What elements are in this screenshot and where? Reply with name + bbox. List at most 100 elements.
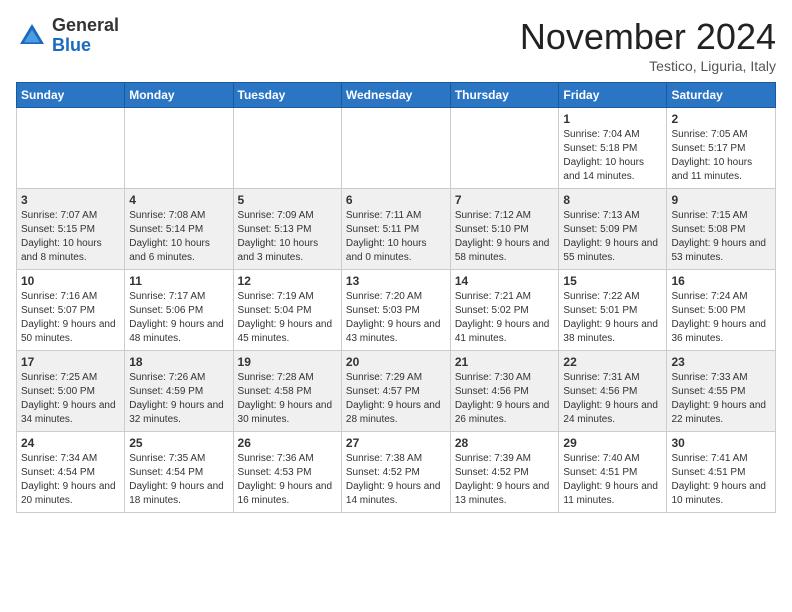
day-cell: 11Sunrise: 7:17 AM Sunset: 5:06 PM Dayli… bbox=[125, 270, 233, 351]
day-cell: 4 Sunrise: 7:08 AM Sunset: 5:14 PM Daylig… bbox=[125, 189, 233, 270]
day-number: 18 bbox=[129, 355, 228, 369]
day-cell bbox=[233, 108, 341, 189]
logo-text: General Blue bbox=[52, 16, 119, 56]
day-number: 16 bbox=[671, 274, 771, 288]
day-cell: 26 Sunrise: 7:36 AM Sunset: 4:53 PM Dayli… bbox=[233, 432, 341, 513]
day-info: Sunrise: 7:34 AM Sunset: 4:54 PM Dayligh… bbox=[21, 452, 120, 508]
day-cell: 24 Sunrise: 7:34 AM Sunset: 4:54 PM Dayli… bbox=[17, 432, 125, 513]
day-number: 13 bbox=[346, 274, 446, 288]
day-number: 19 bbox=[238, 355, 337, 369]
day-number: 20 bbox=[346, 355, 446, 369]
day-info: Sunrise: 7:15 AM Sunset: 5:08 PM Dayligh… bbox=[671, 209, 771, 265]
day-number: 2 bbox=[671, 112, 771, 126]
day-number: 3 bbox=[21, 193, 120, 207]
day-cell bbox=[341, 108, 450, 189]
day-info: Sunrise: 7:28 AM Sunset: 4:58 PM Dayligh… bbox=[238, 371, 337, 427]
day-cell: 29Sunrise: 7:40 AM Sunset: 4:51 PM Dayli… bbox=[559, 432, 667, 513]
day-number: 8 bbox=[563, 193, 662, 207]
location-subtitle: Testico, Liguria, Italy bbox=[520, 58, 776, 74]
day-info: Sunrise: 7:36 AM Sunset: 4:53 PM Dayligh… bbox=[238, 452, 337, 508]
day-cell: 10 Sunrise: 7:16 AM Sunset: 5:07 PM Dayli… bbox=[17, 270, 125, 351]
calendar-table: SundayMondayTuesdayWednesdayThursdayFrid… bbox=[16, 82, 776, 513]
weekday-header-tuesday: Tuesday bbox=[233, 83, 341, 108]
day-info: Sunrise: 7:16 AM Sunset: 5:07 PM Dayligh… bbox=[21, 290, 120, 346]
day-number: 1 bbox=[563, 112, 662, 126]
day-info: Sunrise: 7:11 AM Sunset: 5:11 PM Dayligh… bbox=[346, 209, 446, 265]
day-cell: 25 Sunrise: 7:35 AM Sunset: 4:54 PM Dayli… bbox=[125, 432, 233, 513]
day-info: Sunrise: 7:24 AM Sunset: 5:00 PM Dayligh… bbox=[671, 290, 771, 346]
day-number: 29 bbox=[563, 436, 662, 450]
day-cell: 28Sunrise: 7:39 AM Sunset: 4:52 PM Dayli… bbox=[450, 432, 559, 513]
day-info: Sunrise: 7:33 AM Sunset: 4:55 PM Dayligh… bbox=[671, 371, 771, 427]
day-cell bbox=[450, 108, 559, 189]
month-title: November 2024 bbox=[520, 16, 776, 58]
day-number: 21 bbox=[455, 355, 555, 369]
weekday-header-sunday: Sunday bbox=[17, 83, 125, 108]
day-number: 6 bbox=[346, 193, 446, 207]
day-info: Sunrise: 7:25 AM Sunset: 5:00 PM Dayligh… bbox=[21, 371, 120, 427]
logo: General Blue bbox=[16, 16, 119, 56]
day-cell: 21Sunrise: 7:30 AM Sunset: 4:56 PM Dayli… bbox=[450, 351, 559, 432]
day-number: 12 bbox=[238, 274, 337, 288]
weekday-header-thursday: Thursday bbox=[450, 83, 559, 108]
day-cell: 27Sunrise: 7:38 AM Sunset: 4:52 PM Dayli… bbox=[341, 432, 450, 513]
day-info: Sunrise: 7:31 AM Sunset: 4:56 PM Dayligh… bbox=[563, 371, 662, 427]
week-row-4: 17 Sunrise: 7:25 AM Sunset: 5:00 PM Dayli… bbox=[17, 351, 776, 432]
day-number: 24 bbox=[21, 436, 120, 450]
day-cell: 1Sunrise: 7:04 AM Sunset: 5:18 PM Daylig… bbox=[559, 108, 667, 189]
day-number: 25 bbox=[129, 436, 228, 450]
day-cell: 22 Sunrise: 7:31 AM Sunset: 4:56 PM Dayli… bbox=[559, 351, 667, 432]
day-number: 7 bbox=[455, 193, 555, 207]
day-number: 15 bbox=[563, 274, 662, 288]
day-cell: 6 Sunrise: 7:11 AM Sunset: 5:11 PM Daylig… bbox=[341, 189, 450, 270]
day-number: 11 bbox=[129, 274, 228, 288]
day-number: 26 bbox=[238, 436, 337, 450]
day-info: Sunrise: 7:35 AM Sunset: 4:54 PM Dayligh… bbox=[129, 452, 228, 508]
day-cell: 12Sunrise: 7:19 AM Sunset: 5:04 PM Dayli… bbox=[233, 270, 341, 351]
day-info: Sunrise: 7:09 AM Sunset: 5:13 PM Dayligh… bbox=[238, 209, 337, 265]
week-row-5: 24 Sunrise: 7:34 AM Sunset: 4:54 PM Dayli… bbox=[17, 432, 776, 513]
day-info: Sunrise: 7:39 AM Sunset: 4:52 PM Dayligh… bbox=[455, 452, 555, 508]
logo-icon bbox=[16, 20, 48, 52]
day-info: Sunrise: 7:41 AM Sunset: 4:51 PM Dayligh… bbox=[671, 452, 771, 508]
day-cell bbox=[17, 108, 125, 189]
day-number: 23 bbox=[671, 355, 771, 369]
weekday-header-monday: Monday bbox=[125, 83, 233, 108]
day-cell: 3 Sunrise: 7:07 AM Sunset: 5:15 PM Daylig… bbox=[17, 189, 125, 270]
day-cell: 7Sunrise: 7:12 AM Sunset: 5:10 PM Daylig… bbox=[450, 189, 559, 270]
day-info: Sunrise: 7:21 AM Sunset: 5:02 PM Dayligh… bbox=[455, 290, 555, 346]
week-row-2: 3 Sunrise: 7:07 AM Sunset: 5:15 PM Daylig… bbox=[17, 189, 776, 270]
day-info: Sunrise: 7:07 AM Sunset: 5:15 PM Dayligh… bbox=[21, 209, 120, 265]
title-block: November 2024 Testico, Liguria, Italy bbox=[520, 16, 776, 74]
day-info: Sunrise: 7:20 AM Sunset: 5:03 PM Dayligh… bbox=[346, 290, 446, 346]
logo-general: General bbox=[52, 16, 119, 36]
day-cell: 13 Sunrise: 7:20 AM Sunset: 5:03 PM Dayli… bbox=[341, 270, 450, 351]
weekday-header-saturday: Saturday bbox=[667, 83, 776, 108]
day-cell: 5 Sunrise: 7:09 AM Sunset: 5:13 PM Daylig… bbox=[233, 189, 341, 270]
day-number: 22 bbox=[563, 355, 662, 369]
day-cell: 9 Sunrise: 7:15 AM Sunset: 5:08 PM Daylig… bbox=[667, 189, 776, 270]
day-number: 17 bbox=[21, 355, 120, 369]
week-row-1: 1Sunrise: 7:04 AM Sunset: 5:18 PM Daylig… bbox=[17, 108, 776, 189]
day-cell: 14 Sunrise: 7:21 AM Sunset: 5:02 PM Dayli… bbox=[450, 270, 559, 351]
day-cell: 23 Sunrise: 7:33 AM Sunset: 4:55 PM Dayli… bbox=[667, 351, 776, 432]
day-info: Sunrise: 7:38 AM Sunset: 4:52 PM Dayligh… bbox=[346, 452, 446, 508]
day-cell: 30 Sunrise: 7:41 AM Sunset: 4:51 PM Dayli… bbox=[667, 432, 776, 513]
day-cell: 8Sunrise: 7:13 AM Sunset: 5:09 PM Daylig… bbox=[559, 189, 667, 270]
day-number: 10 bbox=[21, 274, 120, 288]
day-number: 30 bbox=[671, 436, 771, 450]
day-cell: 15 Sunrise: 7:22 AM Sunset: 5:01 PM Dayli… bbox=[559, 270, 667, 351]
day-number: 5 bbox=[238, 193, 337, 207]
day-info: Sunrise: 7:08 AM Sunset: 5:14 PM Dayligh… bbox=[129, 209, 228, 265]
day-info: Sunrise: 7:26 AM Sunset: 4:59 PM Dayligh… bbox=[129, 371, 228, 427]
day-number: 4 bbox=[129, 193, 228, 207]
day-info: Sunrise: 7:22 AM Sunset: 5:01 PM Dayligh… bbox=[563, 290, 662, 346]
day-cell: 19 Sunrise: 7:28 AM Sunset: 4:58 PM Dayli… bbox=[233, 351, 341, 432]
weekday-header-row: SundayMondayTuesdayWednesdayThursdayFrid… bbox=[17, 83, 776, 108]
day-cell: 17 Sunrise: 7:25 AM Sunset: 5:00 PM Dayli… bbox=[17, 351, 125, 432]
day-number: 14 bbox=[455, 274, 555, 288]
day-number: 9 bbox=[671, 193, 771, 207]
day-cell: 20Sunrise: 7:29 AM Sunset: 4:57 PM Dayli… bbox=[341, 351, 450, 432]
page-header: General Blue November 2024 Testico, Ligu… bbox=[16, 16, 776, 74]
week-row-3: 10 Sunrise: 7:16 AM Sunset: 5:07 PM Dayli… bbox=[17, 270, 776, 351]
